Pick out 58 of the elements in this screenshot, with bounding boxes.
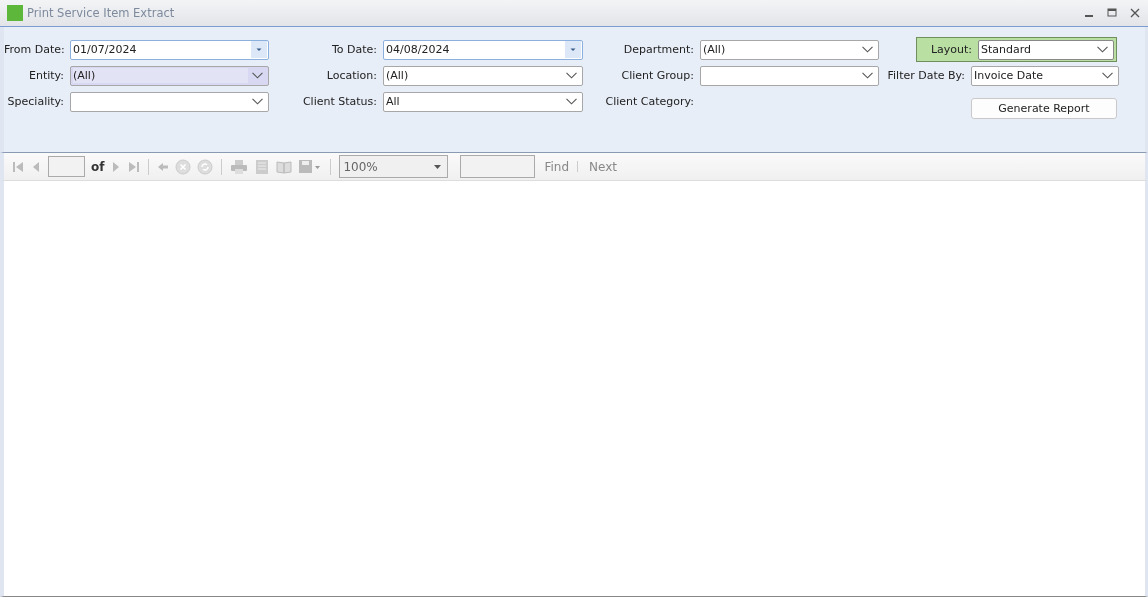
dropdown-field[interactable]: All bbox=[383, 91, 583, 112]
dropdown-field[interactable] bbox=[70, 91, 269, 112]
field-label: Speciality: bbox=[6, 95, 65, 108]
dropdown-field[interactable]: Standard bbox=[978, 39, 1114, 60]
stop-icon[interactable] bbox=[175, 158, 192, 175]
generate-report-button[interactable]: Generate Report bbox=[971, 98, 1117, 119]
first-page-icon[interactable] bbox=[12, 160, 24, 173]
chevron-icon bbox=[566, 72, 577, 79]
book-icon[interactable] bbox=[276, 158, 293, 175]
find-field[interactable] bbox=[460, 155, 536, 178]
chevron-icon bbox=[862, 72, 873, 79]
printer-icon[interactable] bbox=[230, 158, 249, 175]
save-icon[interactable] bbox=[298, 158, 323, 175]
back-arrow-icon[interactable] bbox=[157, 160, 170, 173]
chevron-icon bbox=[1097, 46, 1108, 53]
app-icon bbox=[7, 5, 23, 21]
close-icon[interactable] bbox=[1130, 8, 1140, 18]
field-label: Layout: bbox=[929, 43, 973, 56]
dropdown-field[interactable]: (All) bbox=[70, 65, 269, 86]
date-field[interactable]: 04/08/2024 bbox=[383, 39, 583, 60]
dropdown-field[interactable]: (All) bbox=[383, 65, 583, 86]
zoom-dropdown[interactable]: 100% bbox=[339, 155, 449, 178]
dropdown-field[interactable]: Invoice Date bbox=[971, 65, 1119, 86]
page-number-field[interactable] bbox=[48, 156, 85, 177]
chevron-icon bbox=[862, 46, 873, 53]
field-value: 01/07/2024 bbox=[73, 42, 137, 57]
field-value: Invoice Date bbox=[974, 68, 1044, 83]
field-label: From Date: bbox=[4, 43, 66, 56]
chevron-icon bbox=[252, 72, 263, 79]
dropdown-icon[interactable] bbox=[565, 41, 581, 58]
field-value: (All) bbox=[386, 68, 409, 83]
field-label: Location: bbox=[325, 69, 378, 82]
page-count-label: of bbox=[91, 159, 105, 174]
field-label: Filter Date By: bbox=[886, 69, 966, 82]
field-label: Client Status: bbox=[301, 95, 378, 108]
maximize-icon[interactable] bbox=[1107, 8, 1117, 18]
page-layout-icon[interactable] bbox=[254, 158, 271, 175]
field-value: All bbox=[386, 94, 400, 109]
field-label: Client Group: bbox=[620, 69, 695, 82]
field-value: (All) bbox=[703, 42, 726, 57]
chevron-icon bbox=[252, 98, 263, 105]
caret-icon bbox=[434, 164, 442, 169]
field-value: Standard bbox=[981, 42, 1032, 57]
field-value: 04/08/2024 bbox=[386, 42, 450, 57]
field-value: (All) bbox=[73, 68, 249, 83]
field-label: Client Category: bbox=[604, 95, 695, 108]
chevron-icon bbox=[1102, 72, 1113, 79]
field-label: Department: bbox=[622, 43, 695, 56]
window-title: Print Service Item Extract bbox=[27, 6, 175, 20]
chevron-icon bbox=[566, 98, 577, 105]
refresh-icon[interactable] bbox=[197, 158, 214, 175]
last-page-icon[interactable] bbox=[128, 160, 141, 173]
date-field[interactable]: 01/07/2024 bbox=[70, 39, 269, 60]
dropdown-field[interactable] bbox=[700, 65, 879, 86]
field-label: To Date: bbox=[330, 43, 378, 56]
dropdown-field[interactable]: (All) bbox=[700, 39, 879, 60]
field-label: Entity: bbox=[27, 69, 65, 82]
dropdown-icon[interactable] bbox=[251, 41, 267, 58]
